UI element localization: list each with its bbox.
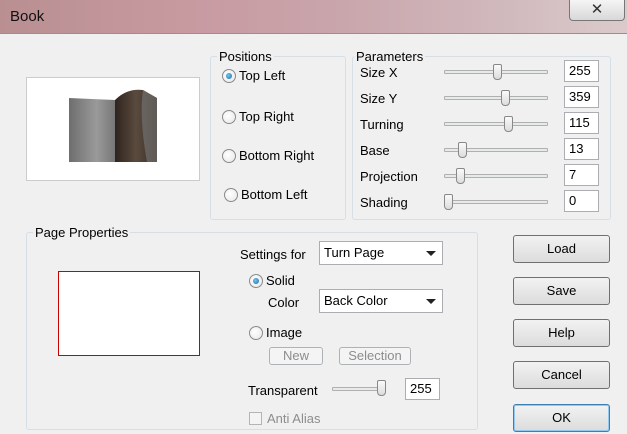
window-title: Book	[10, 8, 45, 25]
transparent-label: Transparent	[248, 383, 318, 398]
close-button[interactable]: ✕	[569, 0, 625, 21]
param-label-turning: Turning	[360, 117, 404, 132]
radio-bottom-right[interactable]: Bottom Right	[222, 148, 314, 163]
settings-for-label: Settings for	[240, 247, 306, 262]
transparent-input[interactable]: 255	[405, 378, 440, 400]
selection-button[interactable]: Selection	[339, 347, 411, 365]
chevron-down-icon	[426, 299, 436, 304]
radio-icon	[249, 325, 263, 340]
load-button[interactable]: Load	[513, 235, 610, 263]
shading-slider-track[interactable]	[444, 200, 548, 204]
radio-label: Solid	[266, 273, 295, 288]
size-x-slider-thumb[interactable]	[493, 64, 503, 80]
radio-label: Top Left	[239, 68, 286, 83]
settings-for-value: Turn Page	[324, 245, 385, 260]
help-button[interactable]: Help	[513, 319, 610, 347]
size-y-input[interactable]: 359	[564, 86, 599, 108]
param-label-shading: Shading	[360, 195, 408, 210]
turning-slider-track[interactable]	[444, 122, 548, 126]
color-label: Color	[268, 295, 300, 310]
projection-slider-thumb[interactable]	[456, 168, 466, 184]
projection-input[interactable]: 7	[564, 164, 599, 186]
radio-label: Bottom Left	[241, 187, 308, 202]
radio-icon	[222, 148, 236, 163]
cancel-button[interactable]: Cancel	[513, 361, 610, 389]
radio-top-right[interactable]: Top Right	[222, 109, 294, 124]
radio-label: Top Right	[239, 109, 294, 124]
param-label-size-x: Size X	[360, 65, 398, 80]
settings-for-select[interactable]: Turn Page	[319, 241, 443, 265]
page-properties-legend: Page Properties	[33, 225, 131, 240]
radio-solid[interactable]: Solid	[249, 273, 295, 288]
transparent-slider-thumb[interactable]	[377, 380, 386, 396]
anti-alias-checkbox[interactable]	[249, 412, 262, 425]
turning-input[interactable]: 115	[564, 112, 599, 134]
close-icon: ✕	[590, 1, 604, 18]
radio-image[interactable]: Image	[249, 325, 302, 340]
book-preview	[26, 77, 200, 181]
title-bar: Book ✕	[0, 0, 627, 34]
param-label-size-y: Size Y	[360, 91, 398, 106]
shading-slider-thumb[interactable]	[444, 194, 453, 210]
anti-alias-label: Anti Alias	[267, 411, 321, 426]
color-select[interactable]: Back Color	[319, 289, 443, 313]
radio-bottom-left[interactable]: Bottom Left	[224, 187, 307, 202]
param-label-projection: Projection	[360, 169, 418, 184]
param-label-base: Base	[360, 143, 390, 158]
base-input[interactable]: 13	[564, 138, 599, 160]
color-value: Back Color	[324, 293, 388, 308]
shading-input[interactable]: 0	[564, 190, 599, 212]
radio-icon	[222, 68, 236, 83]
size-y-slider-thumb[interactable]	[501, 90, 510, 106]
save-button[interactable]: Save	[513, 277, 610, 305]
new-image-button[interactable]: New	[269, 347, 323, 365]
positions-legend: Positions	[217, 49, 274, 64]
book-preview-image	[69, 89, 157, 162]
parameters-legend: Parameters	[354, 49, 426, 64]
size-x-input[interactable]: 255	[564, 60, 599, 82]
radio-icon	[224, 187, 238, 202]
base-slider-thumb[interactable]	[458, 142, 468, 158]
radio-label: Bottom Right	[239, 148, 315, 163]
chevron-down-icon	[426, 251, 436, 256]
turning-slider-thumb[interactable]	[503, 116, 513, 132]
radio-icon	[249, 273, 263, 288]
ok-button[interactable]: OK	[513, 404, 610, 432]
size-y-slider-track[interactable]	[444, 96, 548, 100]
page-color-preview	[58, 271, 200, 356]
radio-icon	[222, 109, 236, 124]
radio-label: Image	[266, 325, 303, 340]
radio-top-left[interactable]: Top Left	[222, 68, 285, 83]
